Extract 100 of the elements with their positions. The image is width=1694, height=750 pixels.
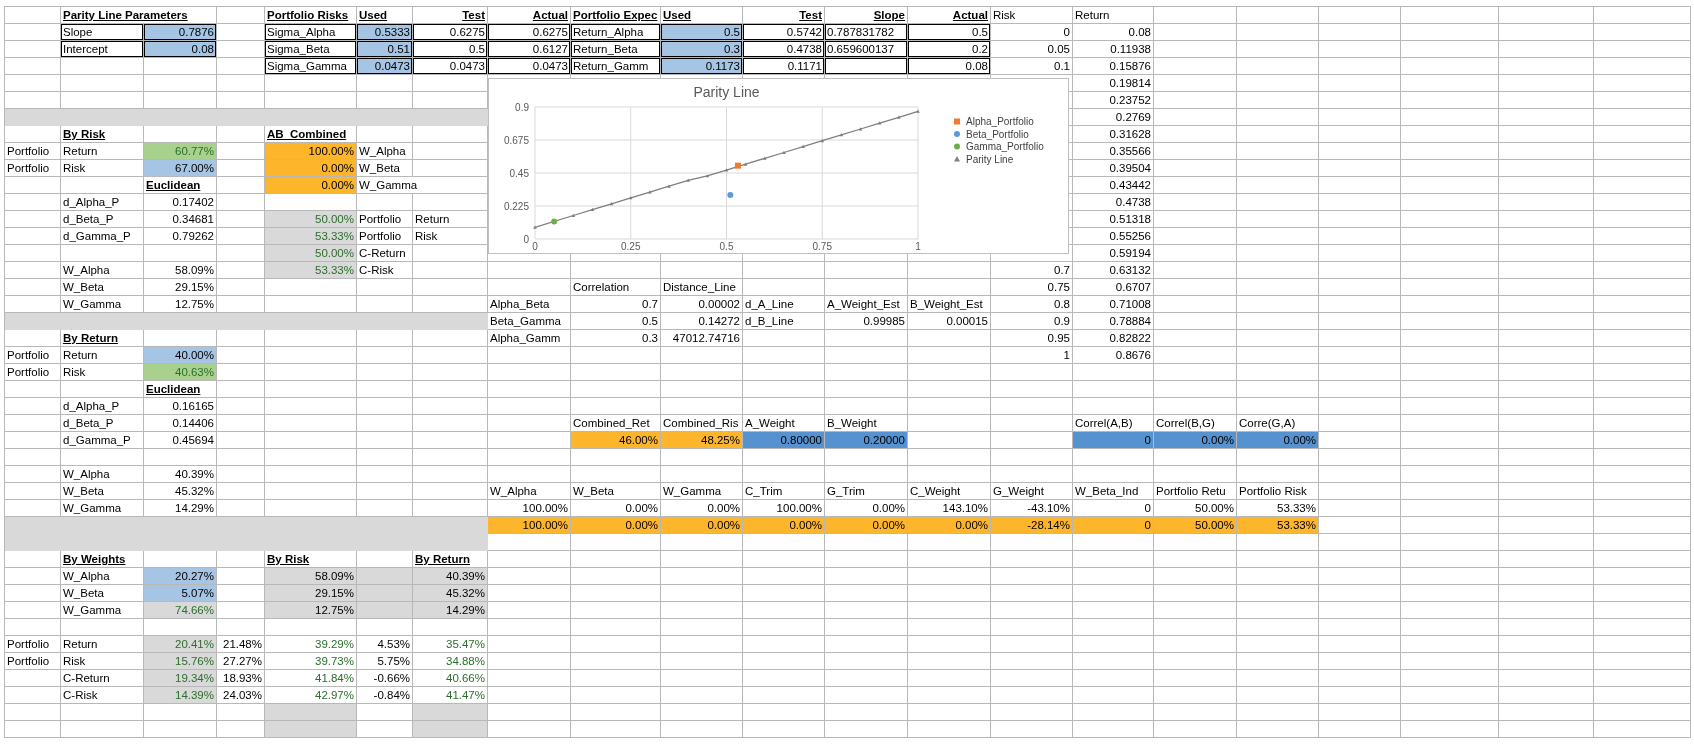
table-cell: 0.00% xyxy=(265,160,357,177)
table-cell: 0.1 xyxy=(991,58,1073,75)
axis-label: 1 xyxy=(915,241,921,252)
table-cell: Slope xyxy=(61,24,144,41)
table-cell: 0.00% xyxy=(908,517,991,534)
table-cell: Portfolio xyxy=(5,636,61,653)
table-cell: Intercept xyxy=(61,41,144,58)
chart-title: Parity Line xyxy=(693,84,760,100)
table-cell: 0.14406 xyxy=(144,415,217,432)
table-cell: 0.5742 xyxy=(743,24,825,41)
header-cell: Actual xyxy=(908,7,991,24)
table-cell: Return_Gamm xyxy=(571,58,661,75)
table-cell: 50.00% xyxy=(265,245,357,262)
table-cell: 0.71008 xyxy=(1073,296,1154,313)
table-cell: 0.8 xyxy=(991,296,1073,313)
table-cell: -0.84% xyxy=(357,687,413,704)
data-point xyxy=(648,190,652,194)
axis-label: 0.25 xyxy=(621,241,641,252)
table-cell: 0.20000 xyxy=(825,432,908,449)
table-cell: W_Beta xyxy=(357,160,413,177)
table-cell: 19.34% xyxy=(144,670,217,687)
header-cell: Portfolio Expec xyxy=(571,7,661,24)
data-point xyxy=(735,162,741,169)
table-cell: 0.82822 xyxy=(1073,330,1154,347)
table-cell: 50.00% xyxy=(1154,517,1237,534)
table-cell: 0.00% xyxy=(571,517,661,534)
table-cell: 100.00% xyxy=(265,143,357,160)
data-point xyxy=(686,178,690,182)
table-cell: 0.78884 xyxy=(1073,313,1154,330)
table-cell: A_Weight_Est xyxy=(825,296,908,313)
table-cell: 5.75% xyxy=(357,653,413,670)
data-point xyxy=(590,207,595,212)
table-cell: 46.00% xyxy=(571,432,661,449)
table-cell: 0 xyxy=(1073,432,1154,449)
table-cell: 0.787831782 xyxy=(825,24,908,41)
table-cell: d_Beta_P xyxy=(61,211,144,228)
header-cell: Euclidean xyxy=(144,381,217,398)
table-cell: 12.75% xyxy=(265,602,357,619)
legend-label: Beta_Portfolio xyxy=(966,128,1029,140)
table-cell: 14.29% xyxy=(413,602,488,619)
table-cell: 0.00% xyxy=(1237,432,1319,449)
table-cell: 0.1173 xyxy=(661,58,743,75)
table-cell: 67.00% xyxy=(144,160,217,177)
table-cell: 0.5 xyxy=(571,313,661,330)
table-cell: 0.5 xyxy=(661,24,743,41)
table-cell: Distance_Line xyxy=(661,279,743,296)
data-point xyxy=(667,184,671,188)
table-cell: 74.66% xyxy=(144,602,217,619)
table-cell: W_Beta_Ind xyxy=(1073,483,1154,500)
table-cell: Portfolio xyxy=(5,160,61,177)
table-cell: 0.55256 xyxy=(1073,228,1154,245)
table-cell: C_Trim xyxy=(743,483,825,500)
table-cell: 0.7 xyxy=(571,296,661,313)
table-cell: 40.66% xyxy=(413,670,488,687)
table-cell: -0.66% xyxy=(357,670,413,687)
table-cell: 0.14272 xyxy=(661,313,743,330)
table-cell: 0.6275 xyxy=(488,24,571,41)
table-cell: 20.41% xyxy=(144,636,217,653)
table-cell: Beta_Gamma xyxy=(488,313,571,330)
data-point xyxy=(916,109,920,113)
table-cell: Portfolio xyxy=(5,653,61,670)
legend-label: Parity Line xyxy=(966,153,1014,165)
table-cell: 0.2769 xyxy=(1073,109,1154,126)
legend-marker-icon xyxy=(954,143,960,150)
axis-label: 0.45 xyxy=(509,167,529,179)
table-cell: d_Gamma_P xyxy=(61,432,144,449)
axis-label: 0.9 xyxy=(515,101,529,113)
table-cell: Sigma_Gamma xyxy=(265,58,357,75)
table-cell: 24.03% xyxy=(217,687,265,704)
table-cell: W_Beta xyxy=(571,483,661,500)
table-cell: 0.19814 xyxy=(1073,75,1154,92)
table-cell: 0.0473 xyxy=(413,58,488,75)
table-cell: 40.63% xyxy=(144,364,217,381)
data-point xyxy=(533,225,537,229)
table-cell: 0.05 xyxy=(991,41,1073,58)
table-cell: Correlation xyxy=(571,279,661,296)
table-cell: 0.35566 xyxy=(1073,143,1154,160)
table-cell: 47012.74716 xyxy=(661,330,743,347)
table-cell: 1 xyxy=(991,347,1073,364)
data-point xyxy=(727,192,734,198)
table-cell: Portfolio xyxy=(357,211,413,228)
table-cell: 45.32% xyxy=(413,585,488,602)
table-cell: G_Trim xyxy=(825,483,908,500)
table-cell: W_Alpha xyxy=(61,262,144,279)
table-cell: Alpha_Beta xyxy=(488,296,571,313)
table-cell: C-Risk xyxy=(357,262,413,279)
table-cell: -28.14% xyxy=(991,517,1073,534)
table-cell: 0.7 xyxy=(991,262,1073,279)
table-cell: Return xyxy=(1073,7,1154,24)
table-cell: 0.39504 xyxy=(1073,160,1154,177)
table-cell: 0.7876 xyxy=(144,24,217,41)
legend-marker-icon xyxy=(954,118,960,125)
table-cell: 29.15% xyxy=(144,279,217,296)
table-cell: 40.00% xyxy=(144,347,217,364)
table-cell: 0.23752 xyxy=(1073,92,1154,109)
axis-label: 0.75 xyxy=(812,241,832,252)
table-cell: Portfolio xyxy=(5,347,61,364)
table-cell: 0.43442 xyxy=(1073,177,1154,194)
data-point xyxy=(858,127,863,131)
table-cell: W_Alpha xyxy=(488,483,571,500)
